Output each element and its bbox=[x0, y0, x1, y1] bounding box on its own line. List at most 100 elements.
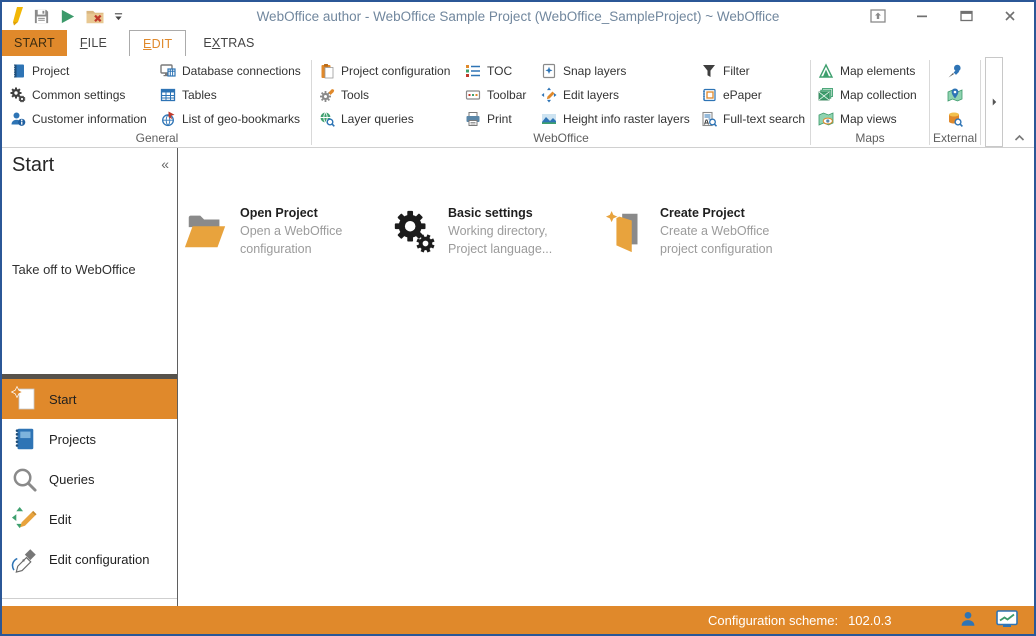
ribbon-item-map-location[interactable] bbox=[941, 83, 969, 107]
ribbon-item-fulltext-search[interactable]: Full-text search bbox=[695, 107, 809, 131]
ribbon-item-label: TOC bbox=[487, 64, 512, 78]
ribbon-item-customer-information[interactable]: Customer information bbox=[4, 107, 154, 131]
ribbon-item-label: ePaper bbox=[723, 88, 762, 102]
card-subtitle: Create a WebOffice project configuration bbox=[660, 222, 790, 258]
tab-extras[interactable]: EXTRAS bbox=[190, 30, 267, 56]
ribbon-item-geo-bookmarks[interactable]: List of geo-bookmarks bbox=[154, 107, 310, 131]
tab-file[interactable]: FILE bbox=[67, 30, 120, 56]
ribbon-item-map-views[interactable]: Map views bbox=[812, 107, 928, 131]
tab-edit[interactable]: EDIT bbox=[129, 30, 186, 56]
map-views-icon bbox=[818, 111, 834, 127]
tools-icon bbox=[319, 87, 335, 103]
card-subtitle: Working directory, Project language... bbox=[448, 222, 578, 258]
ribbon-group-external: External bbox=[931, 57, 979, 147]
sidebar-item-label: Edit configuration bbox=[49, 552, 149, 567]
ribbon-options-icon[interactable] bbox=[868, 7, 888, 25]
basic-settings-card[interactable]: Basic settings Working directory, Projec… bbox=[391, 203, 603, 258]
ribbon-item-database-connections[interactable]: Database connections bbox=[154, 59, 310, 83]
filter-icon bbox=[701, 63, 717, 79]
close-icon[interactable] bbox=[1000, 7, 1020, 25]
ribbon-item-tables[interactable]: Tables bbox=[154, 83, 310, 107]
qat-dropdown-icon[interactable] bbox=[114, 12, 123, 21]
ribbon-item-map-collection[interactable]: Map collection bbox=[812, 83, 928, 107]
ribbon-item-edit-layers[interactable]: Edit layers bbox=[535, 83, 695, 107]
basic-settings-gears-icon bbox=[391, 208, 437, 254]
ribbon-item-label: Database connections bbox=[182, 64, 301, 78]
sidebar-item-projects[interactable]: Projects bbox=[2, 419, 177, 459]
ribbon-item-epaper[interactable]: ePaper bbox=[695, 83, 809, 107]
tab-start[interactable]: START bbox=[2, 30, 67, 56]
ribbon-item-label: Layer queries bbox=[341, 112, 414, 126]
ribbon-item-label: Project configuration bbox=[341, 64, 450, 78]
open-project-folder-icon bbox=[183, 208, 229, 254]
ribbon-item-tools[interactable]: Tools bbox=[313, 83, 459, 107]
sidebar-panel-title: Start bbox=[12, 154, 54, 177]
ribbon-item-label: Toolbar bbox=[487, 88, 526, 102]
ribbon-collapse-button[interactable] bbox=[1006, 57, 1032, 147]
ribbon-group-label-maps: Maps bbox=[812, 131, 928, 147]
right-arrow-icon bbox=[991, 97, 998, 107]
ribbon-item-project-configuration[interactable]: Project configuration bbox=[313, 59, 459, 83]
ribbon-group-label-general: General bbox=[4, 131, 310, 147]
ribbon-group-label-external: External bbox=[931, 131, 979, 147]
ribbon-item-toolbar[interactable]: Toolbar bbox=[459, 83, 535, 107]
ribbon-item-toc[interactable]: TOC bbox=[459, 59, 535, 83]
map-elements-icon bbox=[818, 63, 834, 79]
quick-access-toolbar bbox=[2, 6, 123, 26]
ribbon-item-pushpin[interactable] bbox=[941, 59, 969, 83]
save-icon[interactable] bbox=[33, 8, 50, 25]
minimize-icon[interactable] bbox=[912, 7, 932, 25]
create-project-door-icon bbox=[603, 208, 649, 254]
ribbon-tab-bar: START FILE EDIT EXTRAS bbox=[2, 30, 1034, 56]
sidebar-collapse-button[interactable]: « bbox=[161, 154, 169, 174]
monitor-chart-icon[interactable] bbox=[996, 610, 1018, 631]
maximize-icon[interactable] bbox=[956, 7, 976, 25]
open-project-card[interactable]: Open Project Open a WebOffice configurat… bbox=[183, 203, 391, 258]
run-icon[interactable] bbox=[59, 8, 76, 25]
common-settings-icon bbox=[10, 87, 26, 103]
user-icon[interactable] bbox=[960, 610, 976, 630]
card-title: Basic settings bbox=[448, 205, 578, 222]
sidebar-item-edit[interactable]: Edit bbox=[2, 499, 177, 539]
ribbon-item-print[interactable]: Print bbox=[459, 107, 535, 131]
ribbon-group-weboffice: Project configuration Tools Layer querie… bbox=[313, 57, 809, 147]
content-area: Start « Take off to WebOffice Start Proj… bbox=[2, 148, 1034, 606]
sidebar-item-queries[interactable]: Queries bbox=[2, 459, 177, 499]
sidebar-bottom-divider bbox=[2, 598, 177, 599]
ribbon-group-maps: Map elements Map collection Map views Ma… bbox=[812, 57, 928, 147]
ribbon-item-label: Map views bbox=[840, 112, 897, 126]
ribbon-item-layer-queries[interactable]: Layer queries bbox=[313, 107, 459, 131]
data-source-search-icon bbox=[947, 111, 963, 127]
height-info-raster-layers-icon bbox=[541, 111, 557, 127]
ribbon-item-label: Height info raster layers bbox=[563, 112, 690, 126]
ribbon-item-filter[interactable]: Filter bbox=[695, 59, 809, 83]
close-project-icon[interactable] bbox=[85, 8, 105, 25]
ribbon-item-common-settings[interactable]: Common settings bbox=[4, 83, 154, 107]
status-config-scheme-value: 102.0.3 bbox=[848, 613, 891, 628]
ribbon-item-height-info-raster-layers[interactable]: Height info raster layers bbox=[535, 107, 695, 131]
ribbon-item-label: Print bbox=[487, 112, 512, 126]
tables-icon bbox=[160, 87, 176, 103]
create-project-card[interactable]: Create Project Create a WebOffice projec… bbox=[603, 203, 833, 258]
ribbon-item-snap-layers[interactable]: Snap layers bbox=[535, 59, 695, 83]
project-configuration-icon bbox=[319, 63, 335, 79]
ribbon-overflow-button[interactable] bbox=[985, 57, 1003, 147]
ribbon-item-data-source-search[interactable] bbox=[941, 107, 969, 131]
queries-icon bbox=[9, 464, 39, 494]
chevron-up-icon bbox=[1013, 134, 1026, 142]
sidebar-item-edit-configuration[interactable]: Edit configuration bbox=[2, 539, 177, 579]
sidebar-tagline: Take off to WebOffice bbox=[12, 262, 136, 277]
status-config-scheme-label: Configuration scheme: bbox=[708, 613, 838, 628]
ribbon: Project Common settings Customer informa… bbox=[2, 56, 1034, 148]
app-pencil-icon[interactable] bbox=[10, 6, 24, 26]
start-page-icon bbox=[9, 384, 39, 414]
ribbon-group-label-weboffice: WebOffice bbox=[313, 131, 809, 147]
ribbon-item-label: Map collection bbox=[840, 88, 917, 102]
sidebar-item-label: Start bbox=[49, 392, 76, 407]
project-icon bbox=[10, 63, 26, 79]
sidebar: Start « Take off to WebOffice Start Proj… bbox=[2, 148, 178, 606]
ribbon-item-project[interactable]: Project bbox=[4, 59, 154, 83]
ribbon-item-map-elements[interactable]: Map elements bbox=[812, 59, 928, 83]
edit-configuration-icon bbox=[9, 544, 39, 574]
sidebar-item-start[interactable]: Start bbox=[2, 379, 177, 419]
